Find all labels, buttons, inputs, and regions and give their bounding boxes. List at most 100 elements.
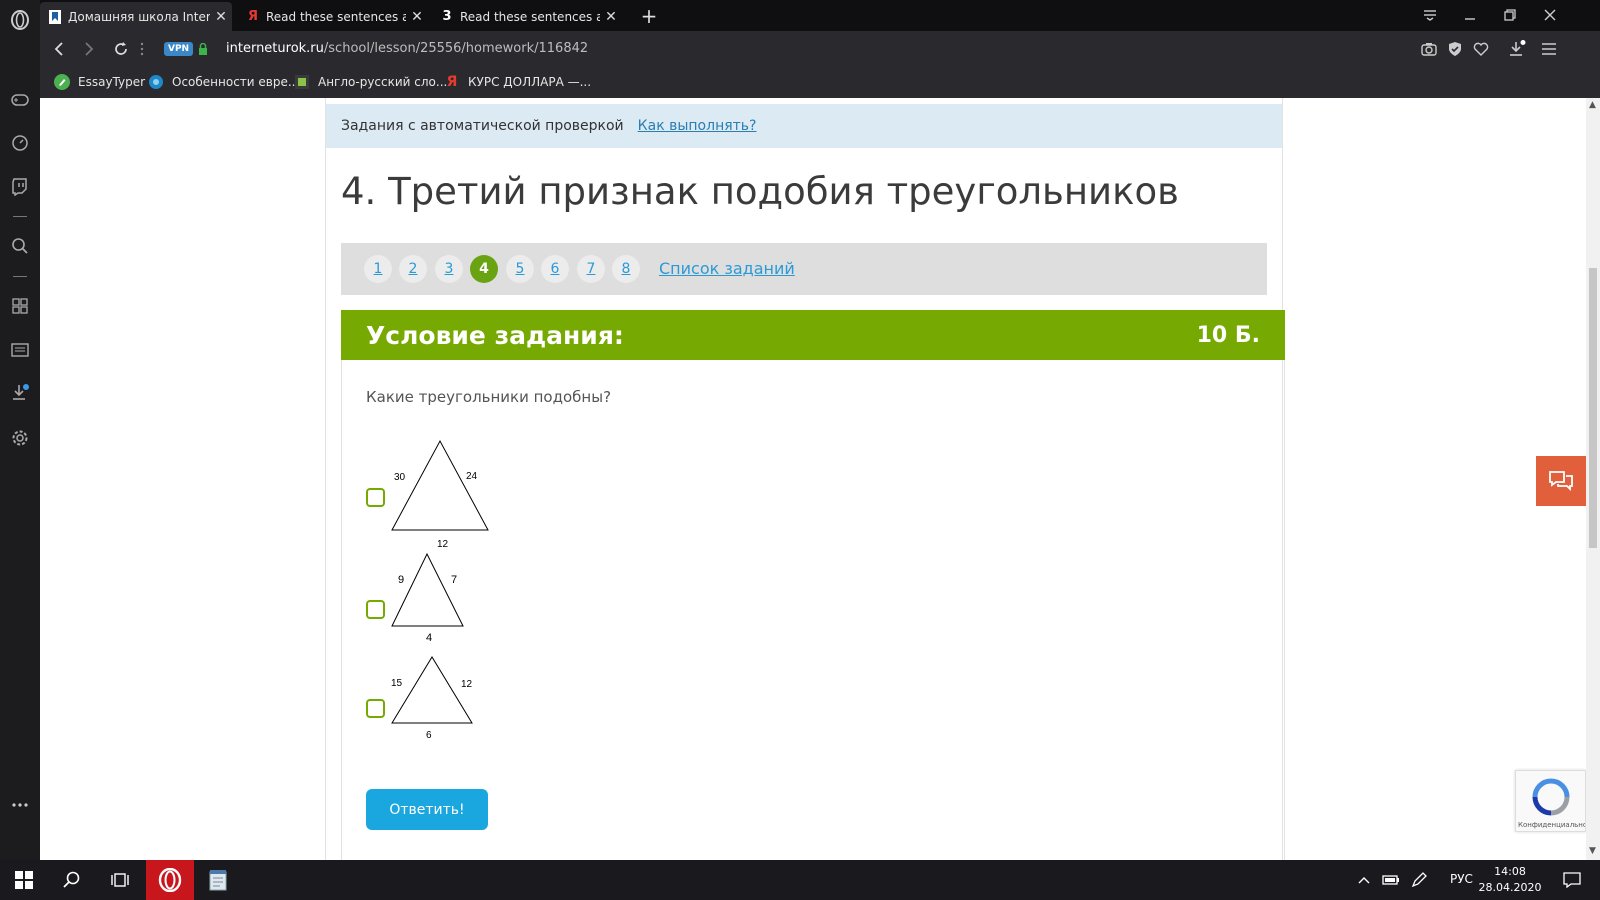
system-clock[interactable]: 14:08 28.04.2020 — [1470, 864, 1550, 896]
triangle-1-right-side: 24 — [466, 471, 478, 482]
answer-checkbox-1[interactable] — [366, 488, 385, 507]
scrollbar-thumb[interactable] — [1589, 268, 1597, 548]
triangle-2-left-side: 9 — [398, 574, 404, 586]
task-points: 10 Б. — [1196, 322, 1260, 348]
recaptcha-caption: Конфиденциально — [1518, 821, 1585, 829]
task-number-3[interactable]: 3 — [435, 255, 463, 283]
forward-arrow-icon[interactable] — [78, 38, 100, 60]
minimize-icon[interactable] — [1450, 4, 1490, 26]
task-navigation: 1 2 3 4 5 6 7 8 Список заданий — [341, 243, 1267, 295]
recaptcha-icon — [1532, 778, 1570, 816]
heart-icon[interactable] — [1472, 40, 1490, 58]
restore-icon[interactable] — [1490, 4, 1530, 26]
scroll-up-arrow-icon[interactable]: ▲ — [1589, 100, 1596, 110]
triangle-2-bottom-side: 4 — [426, 632, 432, 644]
task-number-4-active[interactable]: 4 — [470, 255, 498, 283]
close-icon[interactable]: ✕ — [600, 9, 622, 25]
bookmark-label: Англо-русский сло... — [318, 75, 448, 89]
speedometer-icon[interactable] — [8, 131, 32, 155]
shield-icon[interactable] — [1446, 40, 1464, 58]
chat-button[interactable] — [1536, 456, 1586, 506]
pen-icon[interactable] — [1406, 860, 1432, 900]
submit-answer-button[interactable]: Ответить! — [366, 789, 488, 830]
tab-title: Домашняя школа Internet — [68, 9, 210, 24]
new-tab-plus-icon[interactable]: + — [638, 4, 660, 28]
task-header: Условие задания: 10 Б. — [341, 310, 1285, 360]
tab-read-sentences-1[interactable]: Я Read these sentences and c ✕ — [238, 2, 428, 31]
web-page-viewport: Задания с автоматической проверкой Как в… — [40, 98, 1586, 860]
more-dots-icon[interactable] — [8, 793, 32, 817]
window-close-icon[interactable] — [1530, 4, 1570, 26]
recaptcha-badge[interactable]: Конфиденциально — [1515, 770, 1586, 832]
tab-title: Read these sentences and f — [460, 9, 600, 24]
triangle-2-right-side: 7 — [451, 574, 457, 586]
task-number-6[interactable]: 6 — [541, 255, 569, 283]
gamepad-icon[interactable] — [8, 88, 32, 112]
sidebar-divider — [13, 276, 27, 277]
how-to-link[interactable]: Как выполнять? — [638, 118, 757, 134]
lock-icon[interactable] — [198, 41, 208, 60]
tab-homeschool[interactable]: Домашняя школа Internet ✕ — [40, 2, 232, 31]
triangle-figure-3: 15 12 6 — [391, 656, 473, 741]
scroll-down-arrow-icon[interactable]: ▼ — [1589, 846, 1596, 856]
news-icon[interactable] — [8, 338, 32, 362]
bookmark-osobennosti[interactable]: Особенности евре... — [148, 74, 299, 90]
triangle-3-bottom-side: 6 — [426, 730, 432, 741]
bookmark-kurs-dollara[interactable]: Я КУРС ДОЛЛАРА —... — [444, 74, 591, 90]
vpn-badge[interactable]: VPN — [164, 42, 194, 56]
notepad-app-icon[interactable] — [194, 860, 242, 900]
search-icon[interactable] — [8, 234, 32, 258]
vertical-scrollbar[interactable]: ▲ ▼ — [1586, 98, 1600, 860]
back-arrow-icon[interactable] — [48, 38, 70, 60]
triangle-3-right-side: 12 — [461, 679, 473, 690]
pencil-icon — [54, 74, 70, 90]
twitch-icon[interactable] — [8, 175, 32, 199]
opera-sidebar — [0, 0, 40, 860]
task-number-7[interactable]: 7 — [577, 255, 605, 283]
tab-title: Read these sentences and c — [266, 9, 406, 24]
clock-time: 14:08 — [1494, 865, 1526, 878]
url-path: /school/lesson/25556/homework/116842 — [323, 41, 589, 56]
camera-icon[interactable] — [1420, 40, 1438, 58]
book-icon — [294, 74, 310, 90]
battery-icon[interactable] — [1378, 860, 1404, 900]
opera-logo-icon[interactable] — [8, 8, 32, 32]
notifications-icon[interactable] — [1552, 860, 1592, 900]
yandex-icon: Я — [247, 9, 258, 24]
close-icon[interactable]: ✕ — [210, 9, 232, 25]
downloads-icon[interactable] — [1508, 40, 1526, 58]
close-icon[interactable]: ✕ — [406, 9, 428, 25]
easy-setup-menu-icon[interactable] — [1540, 40, 1558, 58]
task-list-link[interactable]: Список заданий — [659, 259, 795, 278]
bookmarks-bar: EssayTyper Особенности евре... Англо-рус… — [40, 67, 1600, 98]
bookmark-anglo-russkiy[interactable]: Англо-русский сло... — [294, 74, 447, 90]
task-number-5[interactable]: 5 — [506, 255, 534, 283]
download-icon[interactable] — [8, 381, 32, 405]
reload-icon[interactable] — [110, 38, 132, 60]
bookmark-label: EssayTyper — [78, 75, 146, 89]
triangle-3-left-side: 15 — [391, 678, 403, 689]
number-3-icon: 3 — [442, 9, 452, 24]
taskbar-search-icon[interactable] — [48, 860, 96, 900]
windows-start-icon[interactable] — [0, 860, 48, 900]
info-strip: Задания с автоматической проверкой Как в… — [326, 104, 1282, 148]
task-number-1[interactable]: 1 — [364, 255, 392, 283]
answer-checkbox-2[interactable] — [366, 600, 385, 619]
opera-taskbar-icon[interactable] — [146, 860, 194, 900]
bookmark-essaytyper[interactable]: EssayTyper — [54, 74, 145, 90]
tray-chevron-up-icon[interactable] — [1352, 860, 1376, 900]
task-number-2[interactable]: 2 — [399, 255, 427, 283]
tab-menu-icon[interactable] — [1410, 4, 1450, 26]
speed-dial-icon[interactable] — [8, 294, 32, 318]
url-field[interactable]: interneturok.ru/school/lesson/25556/home… — [226, 41, 588, 56]
tab-read-sentences-2[interactable]: 3 Read these sentences and f ✕ — [432, 2, 622, 31]
task-view-icon[interactable] — [96, 860, 144, 900]
speed-dial-grid-icon[interactable] — [136, 38, 148, 60]
globe-icon — [148, 74, 164, 90]
sidebar-divider — [13, 216, 27, 217]
task-number-8[interactable]: 8 — [612, 255, 640, 283]
page-title: 4. Третий признак подобия треугольников — [341, 170, 1179, 213]
triangle-1-bottom-side: 12 — [437, 539, 449, 550]
answer-checkbox-3[interactable] — [366, 699, 385, 718]
settings-gear-icon[interactable] — [8, 426, 32, 450]
